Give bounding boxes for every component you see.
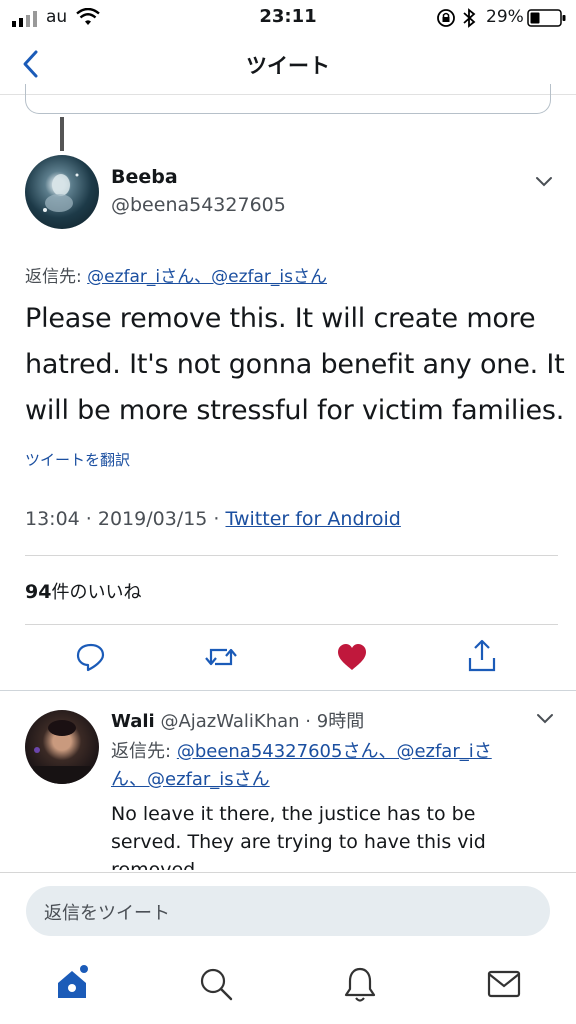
reply-to-mentions[interactable]: @ezfar_iさん、@ezfar_isさん — [87, 267, 327, 287]
retweet-button[interactable] — [203, 640, 239, 674]
previous-tweet-card[interactable] — [25, 84, 551, 114]
battery-icon — [527, 9, 566, 27]
reply-text: No leave it there, the justice has to be… — [111, 800, 561, 870]
reply-age: · 9時間 — [305, 711, 365, 732]
reply-to-mentions[interactable]: @beena54327605さん、@ezfar_iさ — [177, 741, 492, 762]
reply-to-line: 返信先: @ezfar_iさん、@ezfar_isさん — [25, 262, 327, 287]
reply-to-label: 返信先: — [111, 741, 172, 762]
reply-avatar[interactable] — [25, 710, 99, 784]
reply-options-button[interactable] — [532, 708, 558, 730]
tab-search[interactable] — [198, 966, 234, 1002]
home-icon — [58, 965, 88, 998]
author-handle[interactable]: @beena54327605 — [111, 194, 286, 216]
reply-header: Wali @AjazWaliKhan · 9時間 — [111, 707, 364, 733]
reply-button[interactable] — [74, 640, 108, 674]
tweet-text-line: Please remove this. It will create more — [25, 303, 536, 334]
reply-input-placeholder: 返信をツイート — [44, 903, 170, 924]
reply-text-line: removed. — [111, 859, 202, 870]
like-button[interactable] — [335, 640, 369, 674]
tab-messages[interactable] — [486, 968, 522, 1000]
share-icon — [468, 639, 496, 672]
heart-filled-icon — [338, 644, 366, 670]
search-icon — [200, 968, 233, 1001]
reply-text-line: served. They are trying to have this vid — [111, 831, 486, 853]
reply-author-handle[interactable]: @AjazWaliKhan — [160, 711, 299, 732]
tab-home[interactable] — [52, 964, 92, 1004]
battery-percent: 29% — [486, 7, 524, 27]
avatar[interactable] — [25, 155, 99, 229]
retweet-icon — [205, 648, 237, 666]
reply-composer[interactable]: 返信をツイート — [26, 886, 550, 936]
reply-author-name[interactable]: Wali — [111, 711, 155, 732]
author-name[interactable]: Beeba — [111, 166, 178, 188]
reply-avatar-image — [33, 720, 91, 784]
thread-connector — [60, 117, 64, 151]
reply-text-line: No leave it there, the justice has to be — [111, 803, 476, 825]
reply-to-mentions-cont[interactable]: ん、@ezfar_isさん — [111, 769, 270, 790]
reply-icon — [76, 643, 105, 672]
tweet-options-button[interactable] — [530, 170, 558, 194]
tweet-timestamp: 13:04 · 2019/03/15 · — [25, 508, 220, 530]
reply-to-label: 返信先: — [25, 267, 82, 287]
tweet-source-link[interactable]: Twitter for Android — [226, 508, 401, 530]
tab-notifications[interactable] — [342, 964, 378, 1004]
status-bar: au 23:11 29% — [0, 0, 576, 36]
mail-icon — [487, 970, 521, 998]
tweet-text-line: will be more stressful for victim famili… — [25, 395, 565, 426]
tweet-text-line: hatred. It's not gonna benefit any one. … — [25, 349, 565, 380]
section-divider — [0, 690, 576, 691]
bluetooth-icon — [463, 8, 476, 28]
tweet-timestamp-line: 13:04 · 2019/03/15 · Twitter for Android — [25, 508, 401, 530]
likes-count[interactable]: 94件のいいね — [25, 578, 141, 604]
share-button[interactable] — [466, 638, 498, 674]
tweet-text: Please remove this. It will create more … — [25, 296, 565, 434]
tab-bar — [0, 948, 576, 1024]
page-title: ツイート — [246, 54, 330, 78]
reply-to-line: 返信先: @beena54327605さん、@ezfar_iさ ん、@ezfar… — [111, 738, 492, 794]
divider — [25, 555, 558, 556]
avatar-image — [43, 173, 79, 212]
chevron-down-icon — [537, 714, 553, 724]
composer-divider — [0, 872, 576, 873]
translate-link[interactable]: ツイートを翻訳 — [25, 449, 130, 470]
divider — [25, 624, 558, 625]
likes-number: 94 — [25, 581, 52, 603]
bell-icon — [344, 967, 376, 1002]
chevron-down-icon — [536, 177, 552, 187]
orientation-lock-icon — [437, 9, 455, 27]
likes-label: 件のいいね — [51, 582, 142, 603]
